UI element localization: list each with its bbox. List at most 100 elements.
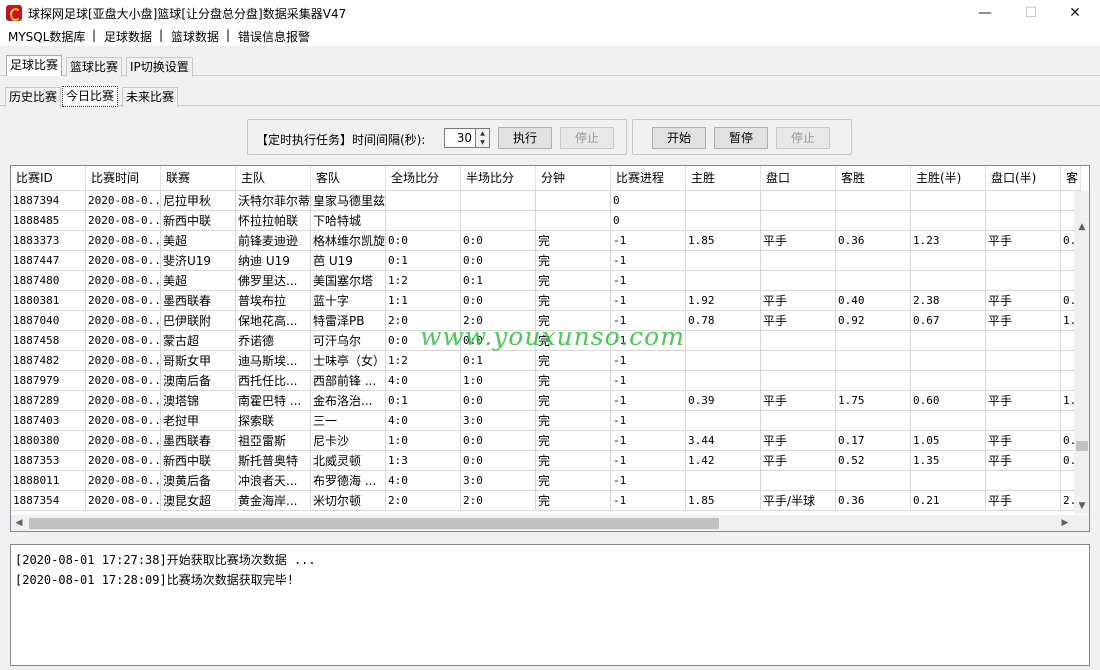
execute-button[interactable]: 执行 [498,127,552,149]
menu-football-data[interactable]: 足球数据 [104,28,152,45]
spin-down-icon[interactable]: ▼ [476,138,489,147]
vertical-scroll-thumb[interactable] [1076,441,1088,451]
column-header[interactable]: 主胜 [686,166,761,190]
table-cell [761,371,836,391]
interval-spinner[interactable]: ▲ ▼ [476,128,490,148]
scheduler-stop-button[interactable]: 停止 [560,127,614,149]
column-header[interactable]: 客 [1061,166,1081,190]
menu-separator: | [226,28,231,42]
tab-basketball[interactable]: 篮球比赛 [66,57,123,77]
column-header[interactable]: 比赛时间 [86,166,161,190]
menu-error-alert[interactable]: 错误信息报警 [238,28,310,45]
table-cell [461,211,536,231]
column-header[interactable]: 盘口(半) [986,166,1061,190]
table-row[interactable]: 1888485 2020-08-0... 新西中联 怀拉拉帕联 下哈特城 0 [11,211,1074,231]
table-cell [911,371,986,391]
column-header[interactable]: 半场比分 [461,166,536,190]
column-header[interactable]: 全场比分 [386,166,461,190]
log-panel[interactable]: [2020-08-01 17:27:38]开始获取比赛场次数据 ... [202… [10,544,1090,666]
table-cell: 3.44 [686,431,761,451]
subtab-future[interactable]: 未来比赛 [122,87,179,107]
table-cell: 0:0 [386,231,461,251]
vertical-scrollbar[interactable]: ▲ ▼ [1074,191,1089,514]
table-row[interactable]: 1887403 2020-08-0... 老挝甲 探索联 三一 4:0 3:0 完 -1 [11,411,1074,431]
maximize-button[interactable]: ☐ [1008,0,1054,26]
table-cell: -1 [611,391,686,411]
table-cell: 平手 [761,451,836,471]
table-cell [686,371,761,391]
table-cell: 美国塞尔塔 [311,271,386,291]
table-cell [911,191,986,211]
column-header[interactable]: 客队 [311,166,386,190]
table-cell [761,411,836,431]
table-cell: 0. [1061,451,1074,471]
table-cell: 美超 [161,231,236,251]
scroll-right-icon[interactable]: ▶ [1057,515,1073,531]
start-button[interactable]: 开始 [652,127,706,149]
table-row[interactable]: 1887447 2020-08-0... 斐济U19 纳迪 U19 芭 U19 0:1 0:… [11,251,1074,271]
table-cell: 澳塔锦 [161,391,236,411]
table-cell [911,411,986,431]
subtab-history[interactable]: 历史比赛 [5,87,62,107]
menu-mysql[interactable]: MYSQL数据库 [8,28,85,45]
interval-input[interactable]: 30 [444,128,476,148]
spin-up-icon[interactable]: ▲ [476,129,489,138]
table-cell [761,271,836,291]
table-cell: 完 [536,351,611,371]
table-row[interactable]: 1887353 2020-08-0... 新西中联 斯托普奥特 北威灵顿 1:3 0:0 完 -… [11,451,1074,471]
table-cell [836,211,911,231]
table-cell: 0. [1061,431,1074,451]
minimize-button[interactable]: — [962,0,1008,26]
table-row[interactable]: 1887394 2020-08-0... 尼拉甲秋 沃特尔菲尔蒂 皇家马德里兹 0 [11,191,1074,211]
horizontal-scrollbar[interactable]: ◀ ▶ [11,515,1089,531]
column-header[interactable]: 盘口 [761,166,836,190]
table-row[interactable]: 1880381 2020-08-0... 墨西联春 普埃布拉 蓝十字 1:1 0:0 完 -1 1… [11,291,1074,311]
column-header[interactable]: 主胜(半) [911,166,986,190]
menu-basketball-data[interactable]: 篮球数据 [171,28,219,45]
column-header[interactable]: 联赛 [161,166,236,190]
table-row[interactable]: 1887289 2020-08-0... 澳塔锦 南霍巴特 ... 金布洛治... 0:1… [11,391,1074,411]
table-cell: 2020-08-0... [86,211,161,231]
table-cell [1061,271,1074,291]
table-cell: 完 [536,431,611,451]
table-cell: 平手 [986,231,1061,251]
table-cell: 完 [536,371,611,391]
table-cell: 4:0 [386,471,461,491]
horizontal-scroll-thumb[interactable] [29,518,719,529]
table-cell: 0:0 [461,431,536,451]
table-cell: 1.35 [911,451,986,471]
column-header[interactable]: 分钟 [536,166,611,190]
table-cell: 2:0 [461,491,536,511]
table-row[interactable]: 1887482 2020-08-0... 哥斯女甲 迪马斯埃... 士味亭（女） 1:2 0… [11,351,1074,371]
table-cell: 佛罗里达... [236,271,311,291]
scroll-down-icon[interactable]: ▼ [1074,498,1089,514]
table-row[interactable]: 1888011 2020-08-0... 澳黄后备 冲浪者天... 布罗德海 ... 4:… [11,471,1074,491]
column-header[interactable]: 主队 [236,166,311,190]
stop-button[interactable]: 停止 [776,127,830,149]
table-cell [1061,411,1074,431]
table-row[interactable]: 1883373 2020-08-0... 美超 前锋麦迪逊 格林维尔凯旋 0:0 0:0 完 -… [11,231,1074,251]
table-cell: 0.39 [686,391,761,411]
table-cell [986,191,1061,211]
table-row[interactable]: 1887354 2020-08-0... 澳昆女超 黄金海岸... 米切尔顿 2:0 2:0… [11,491,1074,511]
tab-ip-settings[interactable]: IP切换设置 [126,57,193,77]
table-cell: 2.38 [911,291,986,311]
tab-football[interactable]: 足球比赛 [6,55,63,76]
table-cell [986,371,1061,391]
column-header[interactable]: 客胜 [836,166,911,190]
table-row[interactable]: 1887979 2020-08-0... 澳南后备 西托任比... 西部前锋 ... 4:… [11,371,1074,391]
table-cell: 0.36 [836,231,911,251]
table-row[interactable]: 1887480 2020-08-0... 美超 佛罗里达... 美国塞尔塔 1:2 0:1 完… [11,271,1074,291]
pause-button[interactable]: 暂停 [714,127,768,149]
scroll-up-icon[interactable]: ▲ [1074,219,1089,235]
table-cell [686,191,761,211]
column-header[interactable]: 比赛ID [11,166,86,190]
table-cell: 0.17 [836,431,911,451]
scroll-left-icon[interactable]: ◀ [11,515,27,531]
subtab-today[interactable]: 今日比赛 [62,86,119,107]
grid-body[interactable]: 1887394 2020-08-0... 尼拉甲秋 沃特尔菲尔蒂 皇家马德里兹 0 1888… [11,191,1074,514]
table-row[interactable]: 1880380 2020-08-0... 墨西联春 祖亞雷斯 尼卡沙 1:0 0:0 完 -1 3… [11,431,1074,451]
table-cell: -1 [611,431,686,451]
close-button[interactable]: ✕ [1052,0,1098,26]
column-header[interactable]: 比赛进程 [611,166,686,190]
